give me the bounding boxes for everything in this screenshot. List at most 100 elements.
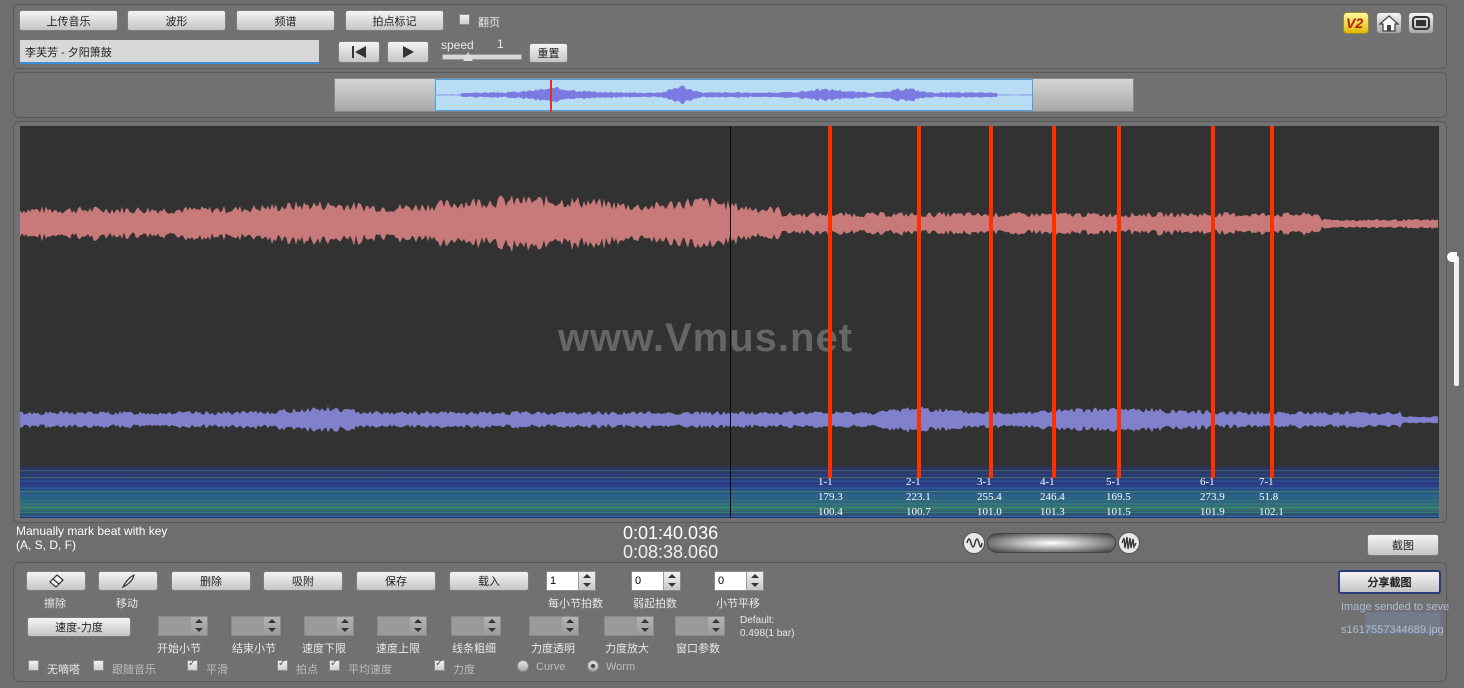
window-param-stepper[interactable] xyxy=(675,616,725,636)
line-width-stepper[interactable] xyxy=(451,616,501,636)
start-bar-stepper[interactable] xyxy=(158,616,208,636)
waveform-button[interactable]: 波形 xyxy=(127,10,226,31)
prev-button[interactable] xyxy=(338,41,380,63)
beats-per-bar-stepper[interactable]: 1 xyxy=(546,571,596,591)
home-icon xyxy=(1378,15,1400,32)
share-status-line2: s1617557344689.jpg xyxy=(1341,624,1444,636)
avg-speed-checkbox[interactable] xyxy=(329,658,340,671)
song-title-text: 李芙芳 - 夕阳箫鼓 xyxy=(25,47,112,59)
flip-page-checkbox[interactable] xyxy=(459,14,470,25)
waveform-canvas[interactable]: www.Vmus.net 1-1 179.3 100.4 2-1 223.1 100.7… xyxy=(20,126,1439,518)
feather-icon xyxy=(121,574,135,588)
stepper-arrows[interactable] xyxy=(190,617,207,635)
weak-beats-label: 弱起拍数 xyxy=(633,598,677,610)
skip-back-icon xyxy=(352,46,366,58)
worm-radio[interactable] xyxy=(587,660,599,672)
stepper-arrows[interactable] xyxy=(636,617,653,635)
screenshot-button[interactable]: 截图 xyxy=(1367,534,1439,556)
smooth-label: 平滑 xyxy=(206,664,228,676)
spectrum-button[interactable]: 频谱 xyxy=(236,10,335,31)
fullscreen-icon xyxy=(1412,16,1430,30)
load-button[interactable]: 载入 xyxy=(449,571,529,591)
speed-max-stepper[interactable] xyxy=(377,616,427,636)
worm-label: Worm xyxy=(606,661,636,673)
stepper-arrows[interactable] xyxy=(561,617,578,635)
zoom-slider[interactable] xyxy=(987,533,1116,553)
overview-waveform xyxy=(436,85,1032,105)
stepper-arrows[interactable] xyxy=(746,572,763,590)
move-button[interactable] xyxy=(98,571,158,591)
weak-beats-stepper[interactable]: 0 xyxy=(631,571,681,591)
follow-music-checkbox[interactable] xyxy=(93,660,104,671)
stepper-arrows[interactable] xyxy=(578,572,595,590)
zoom-in-button[interactable] xyxy=(1118,532,1140,554)
speed-value: 1 xyxy=(497,37,504,51)
line-width-label: 线条粗细 xyxy=(452,643,496,655)
delete-button[interactable]: 删除 xyxy=(171,571,251,591)
eraser-label: 擦除 xyxy=(44,598,66,610)
stepper-arrows[interactable] xyxy=(263,617,280,635)
bar-shift-stepper[interactable]: 0 xyxy=(714,571,764,591)
home-button[interactable] xyxy=(1376,12,1402,34)
force-opacity-stepper[interactable] xyxy=(529,616,579,636)
force-scale-label: 力度放大 xyxy=(605,643,649,655)
current-time: 0:01:40.036 xyxy=(623,523,719,543)
smooth-checkbox[interactable] xyxy=(187,658,198,671)
flip-page-label: 翻页 xyxy=(478,17,500,29)
watermark-text: www.Vmus.net xyxy=(558,316,854,360)
beat-label-5: 5-1 169.5 101.5 xyxy=(1106,476,1131,518)
play-icon xyxy=(403,46,414,58)
beat-marker[interactable] xyxy=(828,126,832,478)
no-tick-checkbox[interactable] xyxy=(28,660,39,671)
end-bar-stepper[interactable] xyxy=(231,616,281,636)
beat-marker[interactable] xyxy=(917,126,921,478)
stepper-arrows[interactable] xyxy=(483,617,500,635)
scroll-handle[interactable] xyxy=(1447,252,1457,262)
beat-label-2: 2-1 223.1 100.7 xyxy=(906,476,931,518)
stepper-arrows[interactable] xyxy=(336,617,353,635)
share-screenshot-button[interactable]: 分享截图 xyxy=(1338,570,1441,594)
v2-badge[interactable]: V2 xyxy=(1343,12,1369,34)
stepper-arrows[interactable] xyxy=(409,617,426,635)
play-button[interactable] xyxy=(387,41,429,63)
beat-marker[interactable] xyxy=(1052,126,1056,478)
bar-shift-label: 小节平移 xyxy=(716,598,760,610)
overview-window[interactable] xyxy=(435,79,1033,112)
beat-mark-button[interactable]: 拍点标记 xyxy=(345,10,444,31)
speed-min-stepper[interactable] xyxy=(304,616,354,636)
stepper-arrows[interactable] xyxy=(663,572,680,590)
snap-button[interactable]: 吸附 xyxy=(263,571,343,591)
reset-button[interactable]: 重置 xyxy=(529,43,568,63)
stepper-arrows[interactable] xyxy=(707,617,724,635)
beat-label-1: 1-1 179.3 100.4 xyxy=(818,476,843,518)
tempo-force-button[interactable]: 速度-力度 xyxy=(27,617,131,637)
curve-radio[interactable] xyxy=(517,660,529,672)
overview-playhead[interactable] xyxy=(550,80,552,112)
avg-speed-label: 平均速度 xyxy=(348,664,392,676)
no-tick-label: 无嘀嗒 xyxy=(47,664,80,676)
speed-max-label: 速度上限 xyxy=(376,643,420,655)
beat-checkbox[interactable] xyxy=(277,658,288,671)
default-label: Default: xyxy=(740,615,775,626)
force-checkbox[interactable] xyxy=(434,658,445,671)
eraser-button[interactable] xyxy=(26,571,86,591)
upload-music-button[interactable]: 上传音乐 xyxy=(19,10,118,31)
beat-marker[interactable] xyxy=(1117,126,1121,478)
default-value: 0.498(1 bar) xyxy=(740,628,795,639)
speed-slider-thumb[interactable] xyxy=(463,52,473,61)
beat-marker[interactable] xyxy=(1270,126,1274,478)
overview-track[interactable] xyxy=(334,78,1134,112)
force-scale-stepper[interactable] xyxy=(604,616,654,636)
follow-music-label: 跟随音乐 xyxy=(112,664,156,676)
key-hint-line1: Manually mark beat with key xyxy=(16,524,168,538)
fullscreen-button[interactable] xyxy=(1408,12,1434,34)
speed-slider[interactable] xyxy=(442,52,522,61)
speed-min-label: 速度下限 xyxy=(302,643,346,655)
beat-marker[interactable] xyxy=(1211,126,1215,478)
song-title-field[interactable]: 李芙芳 - 夕阳箫鼓 xyxy=(20,40,319,64)
save-button[interactable]: 保存 xyxy=(356,571,436,591)
zoom-out-button[interactable] xyxy=(963,532,985,554)
beat-marker[interactable] xyxy=(989,126,993,478)
vertical-scrollbar[interactable] xyxy=(1454,256,1459,386)
wave-expand-icon xyxy=(1121,536,1137,550)
